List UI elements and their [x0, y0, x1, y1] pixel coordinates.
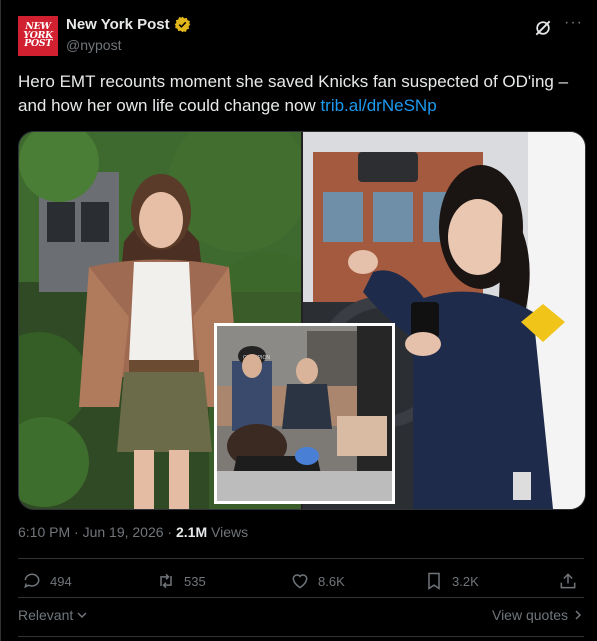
- handle[interactable]: @nypost: [66, 37, 191, 53]
- reply-button[interactable]: 494: [22, 571, 72, 591]
- divider-bottom: [18, 597, 584, 598]
- view-quotes-link[interactable]: View quotes: [492, 607, 583, 623]
- author-name-row[interactable]: New York Post: [66, 16, 191, 33]
- divider-top: [18, 558, 584, 559]
- like-count: 8.6K: [318, 573, 345, 589]
- tweet-text: Hero EMT recounts moment she saved Knick…: [18, 70, 584, 118]
- divider-end: [18, 636, 584, 637]
- like-icon: [292, 574, 308, 589]
- reply-icon: [24, 573, 40, 589]
- inset-photo-scene: CHAMPION: [217, 326, 392, 501]
- repost-button[interactable]: 535: [156, 571, 206, 591]
- chevron-right-icon: [575, 610, 582, 620]
- bookmark-count: 3.2K: [452, 573, 479, 589]
- tweet-media[interactable]: CHAMPION: [18, 131, 586, 510]
- inset-photo: CHAMPION: [214, 323, 395, 504]
- share-icon: [560, 573, 576, 589]
- repost-count: 535: [184, 573, 206, 589]
- tweet-body: Hero EMT recounts moment she saved Knick…: [18, 72, 569, 115]
- more-icon[interactable]: ···: [564, 14, 583, 32]
- bookmark-button[interactable]: 3.2K: [424, 571, 479, 591]
- sort-replies-dropdown[interactable]: Relevant: [18, 607, 88, 623]
- author-block: New York Post @nypost: [66, 16, 191, 53]
- verified-badge-icon: [174, 16, 190, 33]
- display-name[interactable]: New York Post: [66, 16, 170, 33]
- tweet-header: NEW YORK POST New York Post @nypost ···: [18, 14, 583, 58]
- like-button[interactable]: 8.6K: [290, 571, 345, 591]
- tweet-link[interactable]: trib.al/drNeSNp: [320, 96, 436, 115]
- sort-label: Relevant: [18, 607, 74, 623]
- tweet-timestamp[interactable]: 6:10 PM · Jun 19, 2026 ·: [18, 524, 176, 540]
- views-count: 2.1M: [175, 524, 208, 540]
- chevron-down-icon: [77, 612, 87, 619]
- share-button[interactable]: [558, 571, 578, 591]
- view-quotes-label: View quotes: [491, 607, 568, 623]
- views-label: Views: [207, 524, 249, 540]
- tweet-meta: 6:10 PM · Jun 19, 2026 · 2.1M Views: [18, 524, 248, 540]
- grok-icon[interactable]: [533, 18, 553, 38]
- avatar-logo-text: NEW YORK POST: [23, 21, 53, 50]
- action-bar: 494 535 8.6K 3.2K: [18, 571, 584, 597]
- avatar[interactable]: NEW YORK POST: [18, 16, 58, 56]
- reply-count: 494: [50, 573, 72, 589]
- repost-icon: [160, 573, 172, 589]
- bookmark-icon: [428, 572, 440, 590]
- timeline-border: [0, 0, 1, 641]
